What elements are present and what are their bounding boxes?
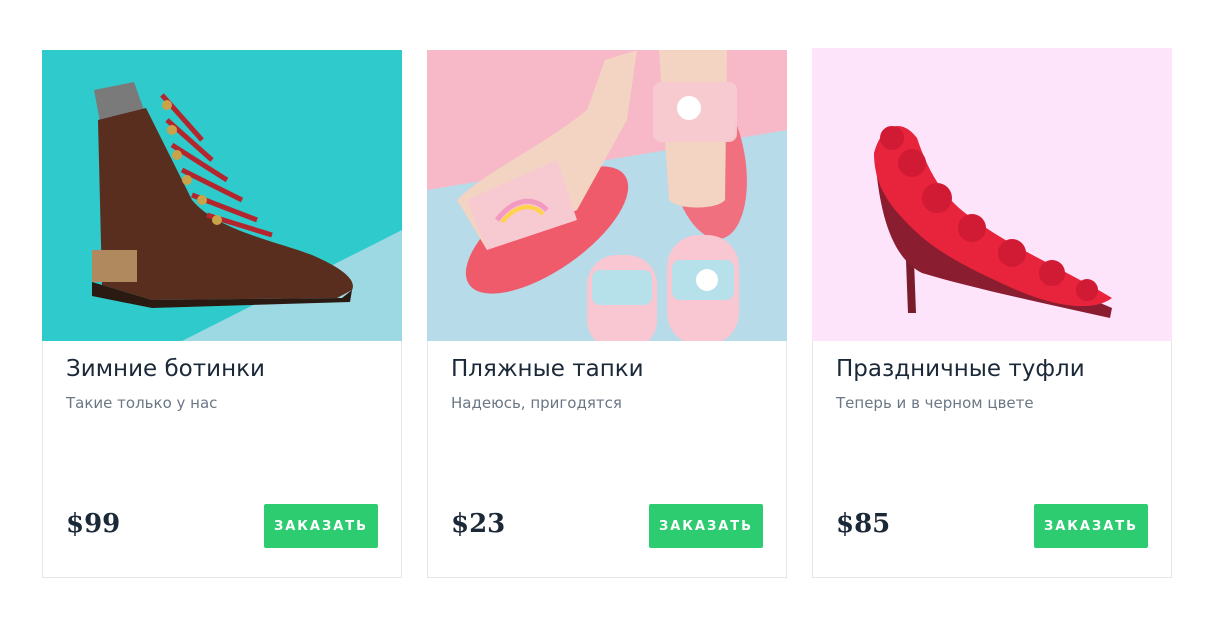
product-price: $23 bbox=[451, 509, 506, 539]
product-card: Пляжные тапки Надеюсь, пригодятся $23 ЗА… bbox=[427, 50, 787, 578]
product-title: Пляжные тапки bbox=[451, 356, 644, 382]
order-button[interactable]: ЗАКАЗАТЬ bbox=[649, 504, 763, 548]
product-title: Праздничные туфли bbox=[836, 356, 1085, 382]
order-button[interactable]: ЗАКАЗАТЬ bbox=[264, 504, 378, 548]
order-button[interactable]: ЗАКАЗАТЬ bbox=[1034, 504, 1148, 548]
red-fur-heel-image[interactable] bbox=[812, 48, 1172, 341]
unicorn-slides-image[interactable] bbox=[427, 50, 787, 341]
product-description: Теперь и в черном цвете bbox=[836, 394, 1034, 412]
product-price: $85 bbox=[836, 509, 891, 539]
product-card: Праздничные туфли Теперь и в черном цвет… bbox=[812, 48, 1172, 578]
brown-boot-image[interactable] bbox=[42, 50, 402, 341]
product-description: Такие только у нас bbox=[66, 394, 218, 412]
product-grid: Зимние ботинки Такие только у нас $99 ЗА… bbox=[42, 0, 1172, 627]
product-card: Зимние ботинки Такие только у нас $99 ЗА… bbox=[42, 50, 402, 578]
product-price: $99 bbox=[66, 509, 121, 539]
product-description: Надеюсь, пригодятся bbox=[451, 394, 622, 412]
product-title: Зимние ботинки bbox=[66, 356, 265, 382]
